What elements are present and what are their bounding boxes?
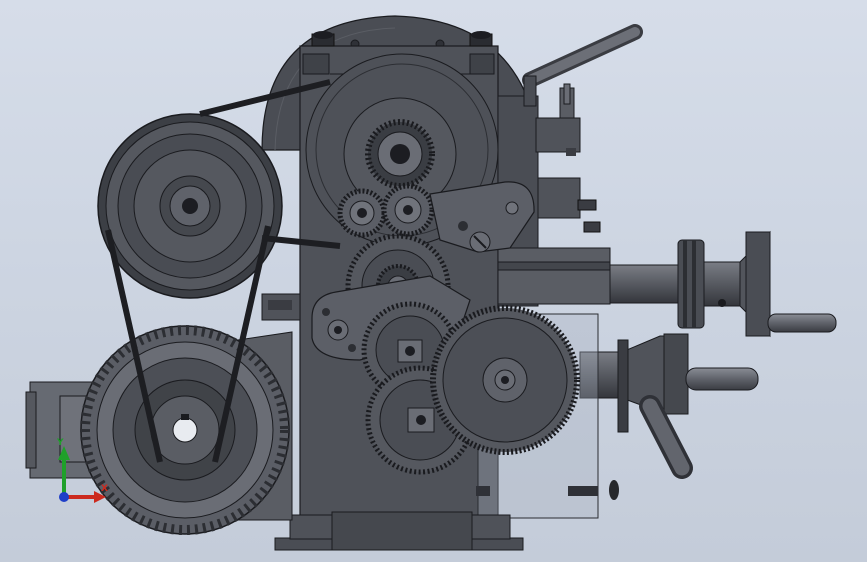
upper-output-shaft[interactable]: [609, 230, 771, 338]
large-change-gear[interactable]: [430, 305, 580, 455]
motor-fan-pulley[interactable]: [80, 325, 290, 535]
triad-x-label: X: [101, 484, 108, 494]
lathe-headstock-model[interactable]: [0, 0, 867, 562]
upper-handwheel-handle[interactable]: [767, 313, 837, 333]
small-gear-right[interactable]: [381, 183, 435, 237]
top-lever[interactable]: [522, 24, 643, 107]
small-gear-left[interactable]: [337, 188, 387, 238]
drive-pulley[interactable]: [97, 113, 283, 299]
triad-y-label: Y: [57, 438, 64, 448]
graphics-viewport[interactable]: X Y: [0, 0, 867, 562]
lower-handwheel-handle[interactable]: [685, 367, 759, 391]
base-foot: [274, 511, 524, 551]
angled-lever[interactable]: [639, 395, 693, 479]
